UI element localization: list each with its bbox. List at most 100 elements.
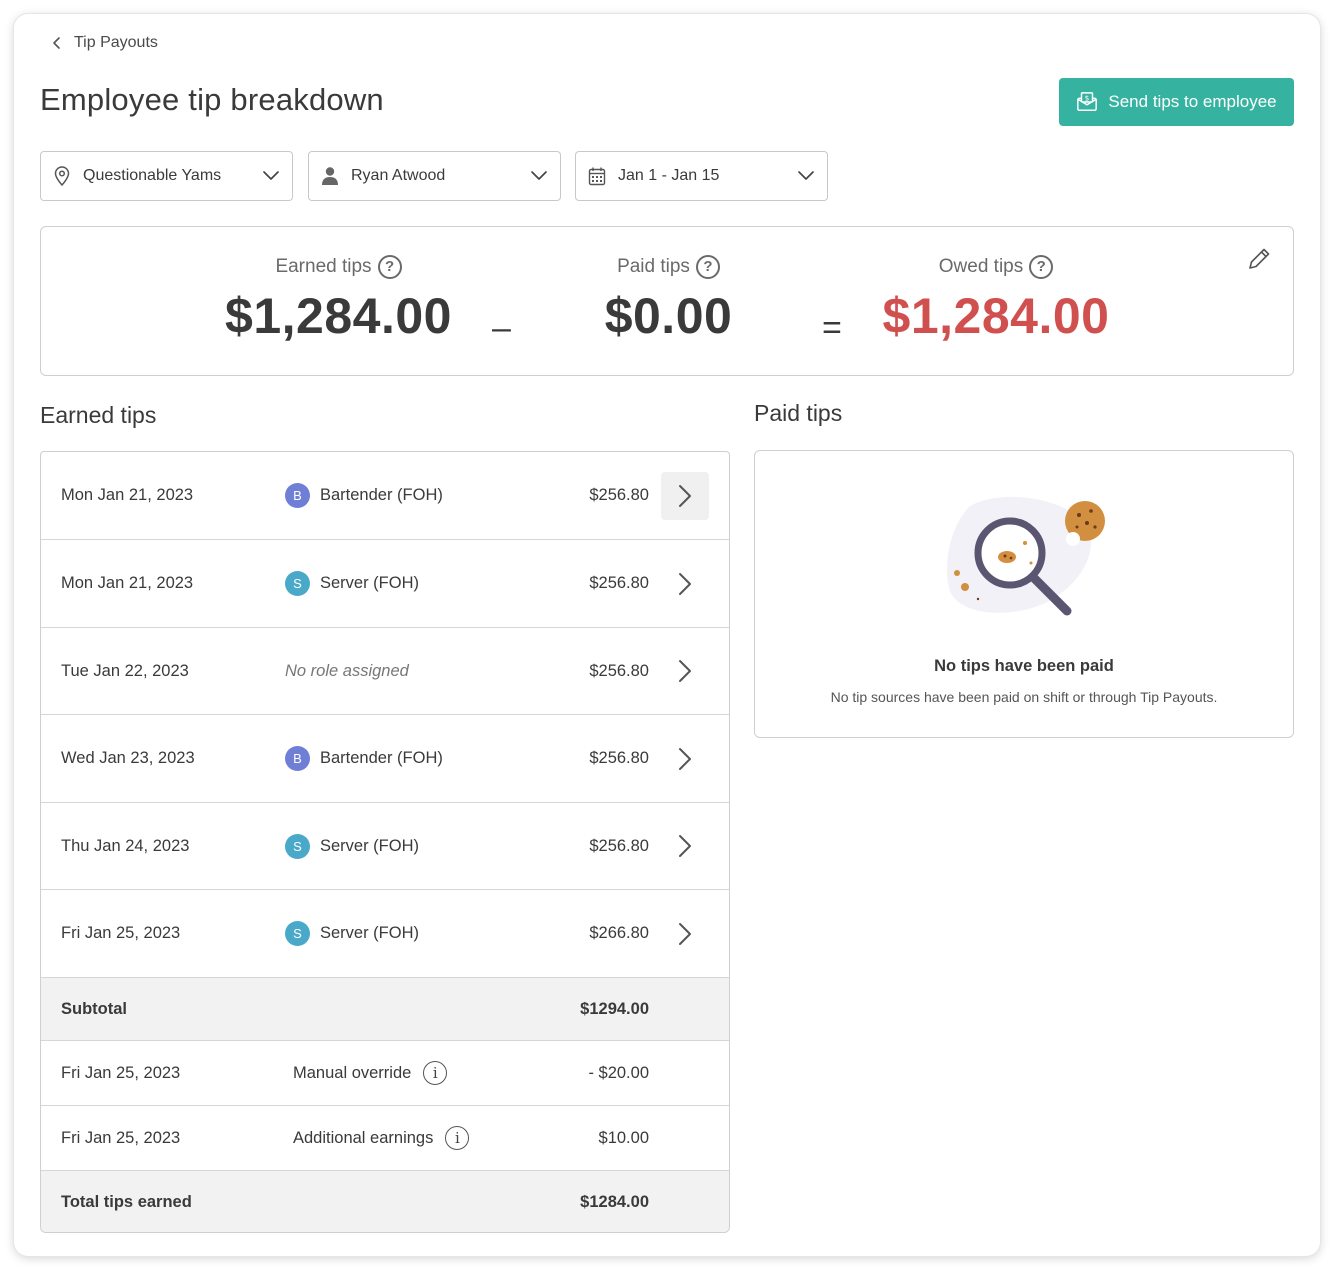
chevron-down-icon: [531, 171, 547, 180]
send-tips-button[interactable]: $ Send tips to employee: [1059, 78, 1294, 126]
paid-tips-heading: Paid tips: [754, 400, 843, 426]
row-date: Thu Jan 24, 2023: [61, 836, 190, 855]
tip-summary-card: Earned tips ? $1,284.00 – Paid tips ? $0…: [40, 226, 1294, 376]
row-date: Fri Jan 25, 2023: [61, 1063, 181, 1082]
row-amount: $256.80: [589, 836, 649, 855]
row-date: Wed Jan 23, 2023: [61, 749, 195, 767]
magnifier-cookie-illustration: [946, 496, 1105, 616]
row-role: B Bartender (FOH): [285, 483, 443, 508]
table-row[interactable]: Fri Jan 25, 2023 S Server (FOH) $266.80: [41, 890, 729, 978]
role-badge: S: [285, 571, 310, 596]
owed-tips-summary-value: $1,284.00: [882, 288, 1110, 344]
empty-state-title: No tips have been paid: [934, 657, 1114, 675]
equals-operator: =: [822, 309, 842, 347]
adjustment-type: Additional earnings i: [293, 1126, 470, 1150]
location-pin-icon: [53, 166, 71, 186]
row-role: S Server (FOH): [285, 833, 419, 859]
row-amount: $256.80: [589, 574, 649, 592]
row-role-label: Server (FOH): [320, 836, 419, 855]
owed-tips-summary-label: Owed tips: [938, 256, 1024, 277]
adjustment-row: Fri Jan 25, 2023 Manual override i - $20…: [41, 1041, 729, 1106]
subtotal-label: Subtotal: [61, 999, 127, 1018]
paid-tips-card: No tips have been paid No tip sources ha…: [754, 450, 1294, 738]
help-icon[interactable]: ?: [377, 255, 402, 279]
owed-tips-summary: Owed tips ? $1,284.00: [871, 255, 1121, 345]
chevron-right-icon: [679, 835, 691, 857]
table-row[interactable]: Mon Jan 21, 2023 B Bartender (FOH) $256.…: [41, 452, 729, 540]
date-range-filter-value: Jan 1 - Jan 15: [618, 167, 720, 184]
row-expand-button[interactable]: [661, 647, 709, 695]
earned-tips-table: Mon Jan 21, 2023 B Bartender (FOH) $256.…: [40, 451, 730, 1233]
adjustment-label: Manual override: [293, 1063, 412, 1082]
paid-tips-summary: Paid tips ? $0.00: [571, 255, 766, 345]
table-row[interactable]: Wed Jan 23, 2023 B Bartender (FOH) $256.…: [41, 715, 729, 803]
table-row[interactable]: Thu Jan 24, 2023 S Server (FOH) $256.80: [41, 803, 729, 890]
row-role-label: No role assigned: [285, 661, 409, 680]
employee-filter[interactable]: Ryan Atwood: [308, 151, 561, 201]
chevron-down-icon: [798, 171, 814, 180]
row-date: Mon Jan 21, 2023: [61, 574, 194, 592]
earned-tips-summary-value: $1,284.00: [225, 288, 452, 344]
row-expand-button[interactable]: [661, 822, 709, 870]
row-expand-button[interactable]: [661, 471, 709, 520]
row-date: Mon Jan 21, 2023: [61, 486, 194, 504]
row-amount: $256.80: [589, 486, 649, 504]
chevron-right-icon: [679, 747, 691, 770]
minus-operator: –: [492, 309, 511, 347]
role-badge: B: [285, 746, 310, 771]
total-label: Total tips earned: [61, 1193, 192, 1211]
back-link[interactable]: Tip Payouts: [50, 34, 158, 52]
row-expand-button[interactable]: [661, 910, 709, 958]
location-filter[interactable]: Questionable Yams: [40, 151, 293, 201]
chevron-right-icon: [679, 484, 691, 507]
row-amount: $256.80: [589, 749, 649, 767]
row-date: Fri Jan 25, 2023: [61, 1128, 181, 1147]
row-amount: $10.00: [598, 1128, 649, 1147]
row-role: B Bartender (FOH): [285, 746, 443, 771]
help-icon[interactable]: ?: [1029, 255, 1054, 279]
subtotal-row: Subtotal $1294.00: [41, 978, 729, 1041]
row-amount: - $20.00: [588, 1063, 649, 1082]
chevron-right-icon: [679, 660, 691, 682]
role-badge: S: [285, 921, 310, 946]
row-expand-button[interactable]: [661, 560, 709, 608]
row-role: S Server (FOH): [285, 921, 419, 946]
earned-tips-heading: Earned tips: [40, 402, 157, 428]
row-role-label: Bartender (FOH): [320, 486, 443, 504]
row-role-label: Server (FOH): [320, 924, 419, 942]
role-badge: B: [285, 483, 310, 508]
row-date: Fri Jan 25, 2023: [61, 924, 181, 942]
date-range-filter[interactable]: Jan 1 - Jan 15: [575, 151, 828, 201]
paid-tips-summary-label: Paid tips: [617, 256, 690, 277]
location-filter-value: Questionable Yams: [83, 167, 222, 184]
subtotal-value: $1294.00: [580, 999, 649, 1018]
earned-tips-summary-label: Earned tips: [275, 256, 372, 277]
person-icon: [321, 166, 339, 186]
row-role: S Server (FOH): [285, 571, 419, 596]
table-row[interactable]: Tue Jan 22, 2023 No role assigned $256.8…: [41, 628, 729, 715]
page-title: Employee tip breakdown: [40, 82, 384, 117]
row-amount: $256.80: [589, 661, 649, 680]
info-icon[interactable]: i: [423, 1061, 448, 1085]
chevron-left-icon: [53, 37, 60, 49]
chevron-right-icon: [679, 572, 691, 595]
chevron-right-icon: [679, 922, 691, 945]
adjustment-type: Manual override i: [293, 1061, 448, 1085]
pencil-icon[interactable]: [1245, 245, 1273, 273]
row-expand-button[interactable]: [661, 735, 709, 783]
money-envelope-icon: $: [1077, 92, 1098, 111]
total-value: $1284.00: [580, 1193, 649, 1211]
table-row[interactable]: Mon Jan 21, 2023 S Server (FOH) $256.80: [41, 540, 729, 628]
calendar-icon: [588, 166, 606, 186]
info-icon[interactable]: i: [445, 1126, 470, 1150]
paid-tips-summary-value: $0.00: [604, 288, 733, 344]
send-tips-label: Send tips to employee: [1108, 92, 1277, 111]
total-row: Total tips earned $1284.00: [41, 1171, 729, 1232]
back-link-label: Tip Payouts: [74, 34, 158, 51]
row-date: Tue Jan 22, 2023: [61, 661, 189, 680]
earned-tips-summary: Earned tips ? $1,284.00: [211, 255, 466, 345]
row-role-label: Bartender (FOH): [320, 749, 443, 767]
help-icon[interactable]: ?: [695, 255, 720, 279]
row-role-label: Server (FOH): [320, 574, 419, 592]
employee-filter-value: Ryan Atwood: [351, 167, 446, 184]
